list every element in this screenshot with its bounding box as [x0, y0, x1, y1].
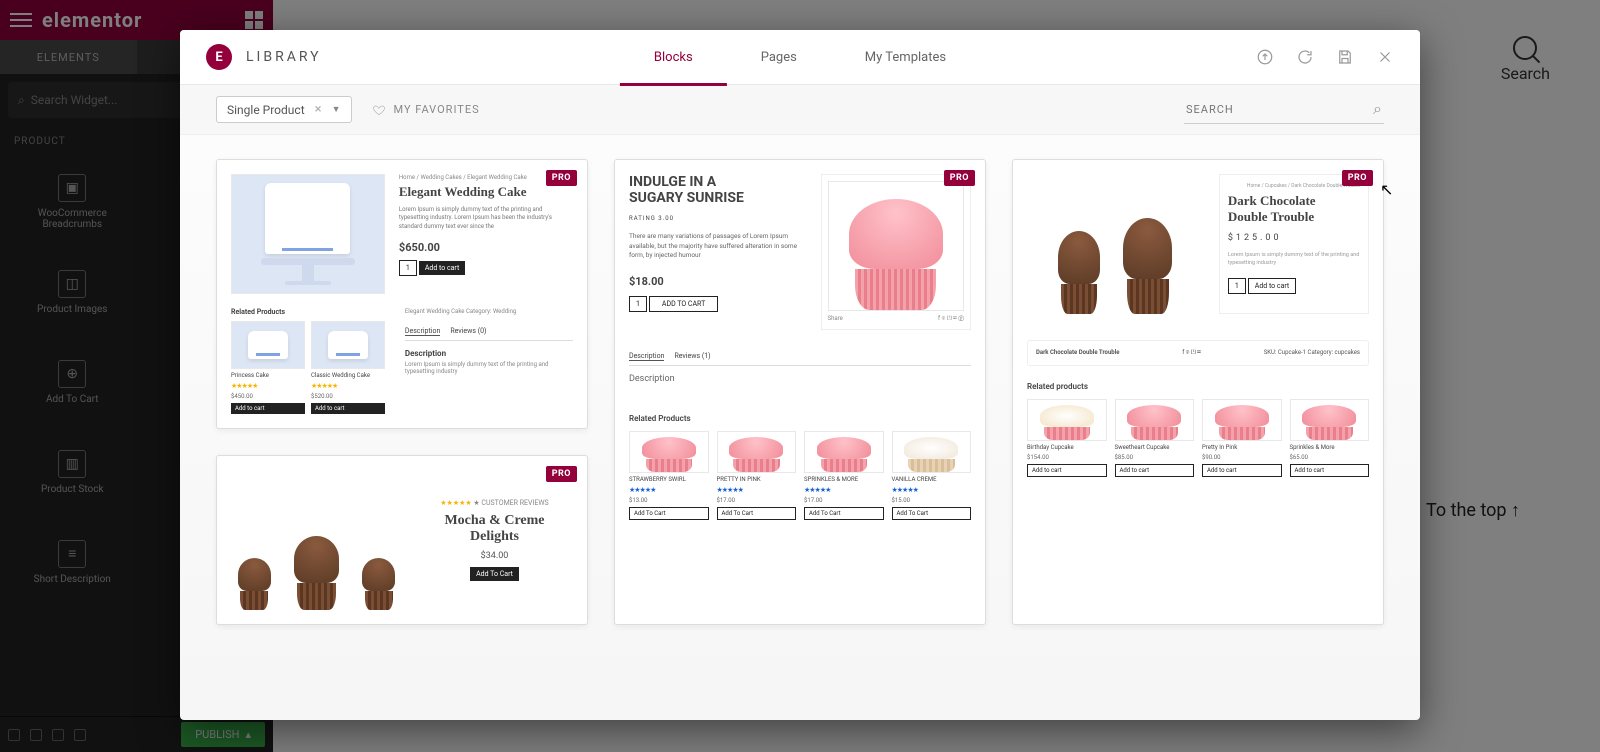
tab-blocks[interactable]: Blocks: [620, 30, 727, 85]
product-desc: Lorem Ipsum is simply dummy text of the …: [399, 206, 573, 231]
template-card[interactable]: PRO ★★★★★ ★ CUSTOMER REVIEWS Mocha & Cre…: [216, 455, 588, 625]
modal-toolbar: Single Product × ▼ MY FAVORITES ⌕: [180, 85, 1420, 135]
related-heading: Related Products: [231, 308, 385, 316]
heart-icon: [372, 103, 386, 117]
pro-badge: PRO: [546, 170, 577, 186]
elementor-logo-icon: E: [206, 44, 232, 70]
my-favorites[interactable]: MY FAVORITES: [372, 103, 480, 117]
header-tools: [1256, 48, 1394, 66]
product-title: Elegant Wedding Cake: [399, 184, 573, 200]
tab-my-templates[interactable]: My Templates: [831, 30, 980, 85]
pro-badge: PRO: [546, 466, 577, 482]
product-image: [231, 321, 305, 369]
filter-value: Single Product: [227, 103, 305, 117]
search-icon: ⌕: [1373, 99, 1382, 119]
tab-pages[interactable]: Pages: [727, 30, 831, 85]
modal-title: LIBRARY: [246, 49, 322, 65]
modal-tabs: Blocks Pages My Templates: [620, 30, 980, 85]
category-filter[interactable]: Single Product × ▼: [216, 96, 352, 123]
product-price: $650.00: [399, 241, 573, 254]
library-modal: E LIBRARY Blocks Pages My Templates Sing…: [180, 30, 1420, 720]
upload-icon[interactable]: [1256, 48, 1274, 66]
clear-filter-icon[interactable]: ×: [315, 102, 322, 117]
modal-header: E LIBRARY Blocks Pages My Templates: [180, 30, 1420, 85]
search-input[interactable]: [1186, 103, 1363, 116]
product-image: [311, 321, 385, 369]
add-to-cart-button: Add to cart: [419, 261, 465, 275]
cursor-icon: ↖: [1380, 180, 1393, 199]
pro-badge: PRO: [1342, 170, 1373, 186]
template-card[interactable]: PRO Home / Wedding Cakes / Elegant Weddi…: [216, 159, 588, 429]
close-icon[interactable]: [1376, 48, 1394, 66]
caret-down-icon: ▼: [332, 104, 341, 115]
template-gallery[interactable]: PRO Home / Wedding Cakes / Elegant Weddi…: [180, 135, 1420, 720]
pro-badge: PRO: [944, 170, 975, 186]
product-image: [231, 174, 385, 294]
sync-icon[interactable]: [1296, 48, 1314, 66]
template-card[interactable]: PRO INDULGE IN ASUGARY SUNRISE RATING 3.…: [614, 159, 986, 625]
template-search[interactable]: ⌕: [1184, 95, 1384, 124]
template-card[interactable]: PRO Home / Cupcakes / Dark Chocolate Dou…: [1012, 159, 1384, 625]
favorites-label: MY FAVORITES: [394, 103, 480, 116]
save-icon[interactable]: [1336, 48, 1354, 66]
